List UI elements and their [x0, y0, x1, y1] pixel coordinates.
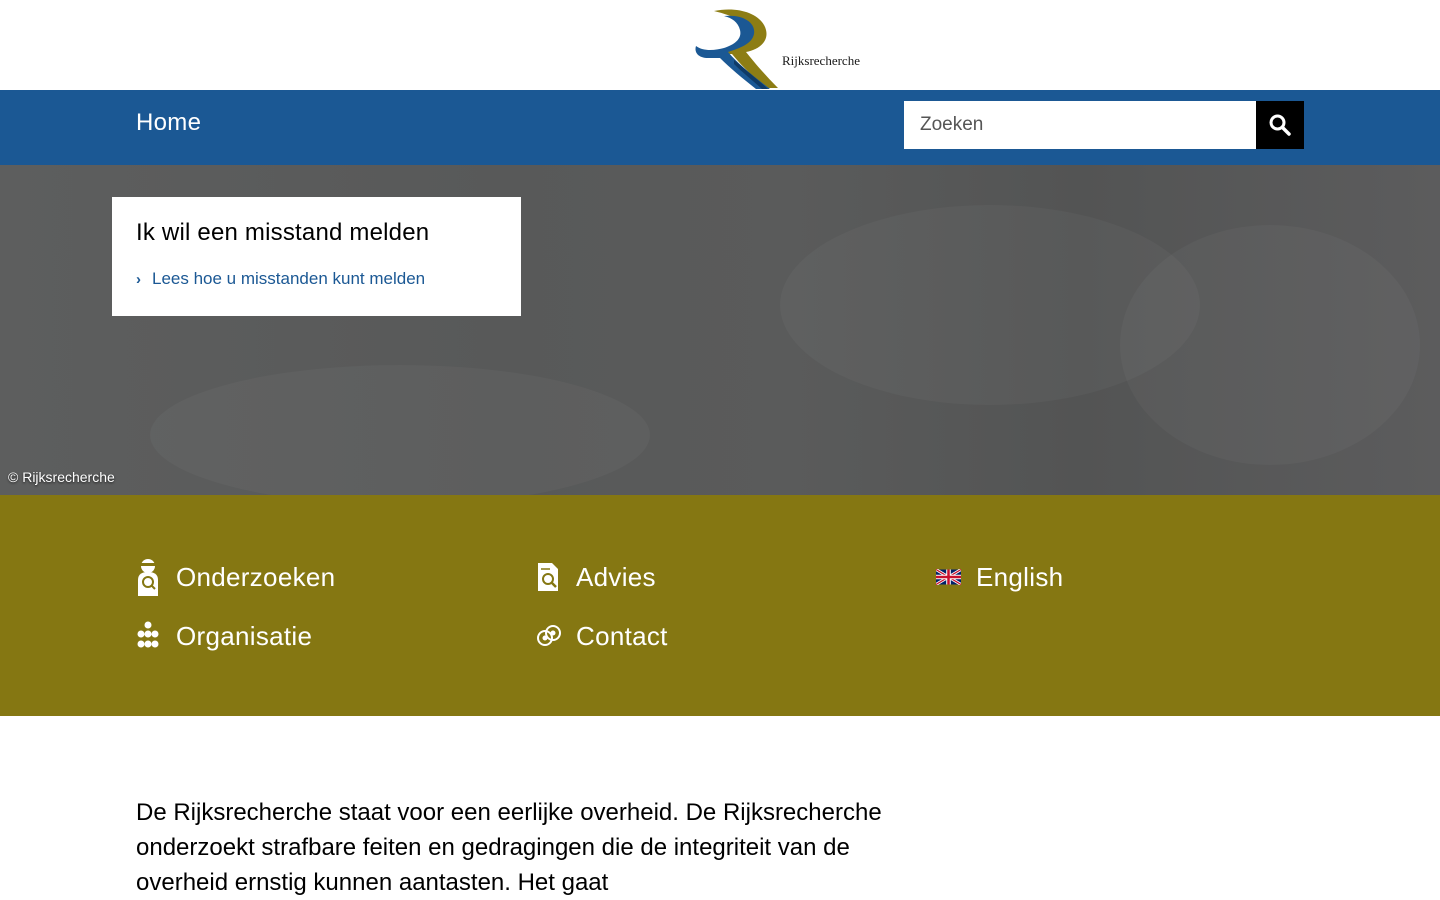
organisation-icon — [136, 616, 162, 656]
quicklink-onderzoeken-label: Onderzoeken — [176, 561, 336, 592]
quicklink-onderzoeken[interactable]: Onderzoeken — [136, 557, 335, 597]
uk-flag-icon — [936, 557, 962, 597]
report-misconduct-link-label: Lees hoe u misstanden kunt melden — [152, 269, 426, 288]
report-misconduct-card: Ik wil een misstand melden › Lees hoe u … — [112, 197, 521, 316]
search-icon — [1269, 114, 1291, 136]
quicklink-contact[interactable]: Contact — [536, 616, 668, 656]
hero-background-shape — [150, 365, 650, 495]
quicklink-english-label: English — [976, 561, 1064, 592]
search-button[interactable] — [1256, 101, 1304, 149]
contact-icon — [536, 616, 562, 656]
quicklink-advies[interactable]: Advies — [536, 557, 656, 597]
main-navbar: Home — [0, 90, 1440, 165]
quicklink-contact-label: Contact — [576, 620, 668, 651]
rijksrecherche-logo[interactable]: Rijksrecherche — [694, 8, 874, 90]
document-search-icon — [536, 557, 562, 597]
quicklink-organisatie-label: Organisatie — [176, 620, 313, 651]
quicklink-english[interactable]: English — [936, 557, 1063, 597]
site-header: Rijksrecherche — [0, 0, 1440, 90]
logo-text: Rijksrecherche — [782, 53, 860, 68]
hero-background-shape — [1120, 225, 1420, 465]
chevron-right-icon: › — [136, 270, 141, 288]
report-misconduct-title: Ik wil een misstand melden — [136, 219, 430, 246]
quicklinks-band: Onderzoeken Advies English Organisatie C… — [0, 495, 1440, 716]
nav-home-link[interactable]: Home — [136, 109, 201, 137]
search-input[interactable] — [904, 101, 1256, 149]
logo-emblem-icon — [695, 9, 778, 90]
report-misconduct-link[interactable]: › Lees hoe u misstanden kunt melden — [136, 269, 425, 289]
quicklink-organisatie[interactable]: Organisatie — [136, 616, 312, 656]
intro-text: De Rijksrecherche staat voor een eerlijk… — [136, 799, 882, 896]
hero-banner: Ik wil een misstand melden › Lees hoe u … — [0, 165, 1440, 495]
quicklink-advies-label: Advies — [576, 561, 656, 592]
investigator-icon — [136, 557, 162, 597]
image-credit: © Rijksrecherche — [8, 469, 115, 485]
